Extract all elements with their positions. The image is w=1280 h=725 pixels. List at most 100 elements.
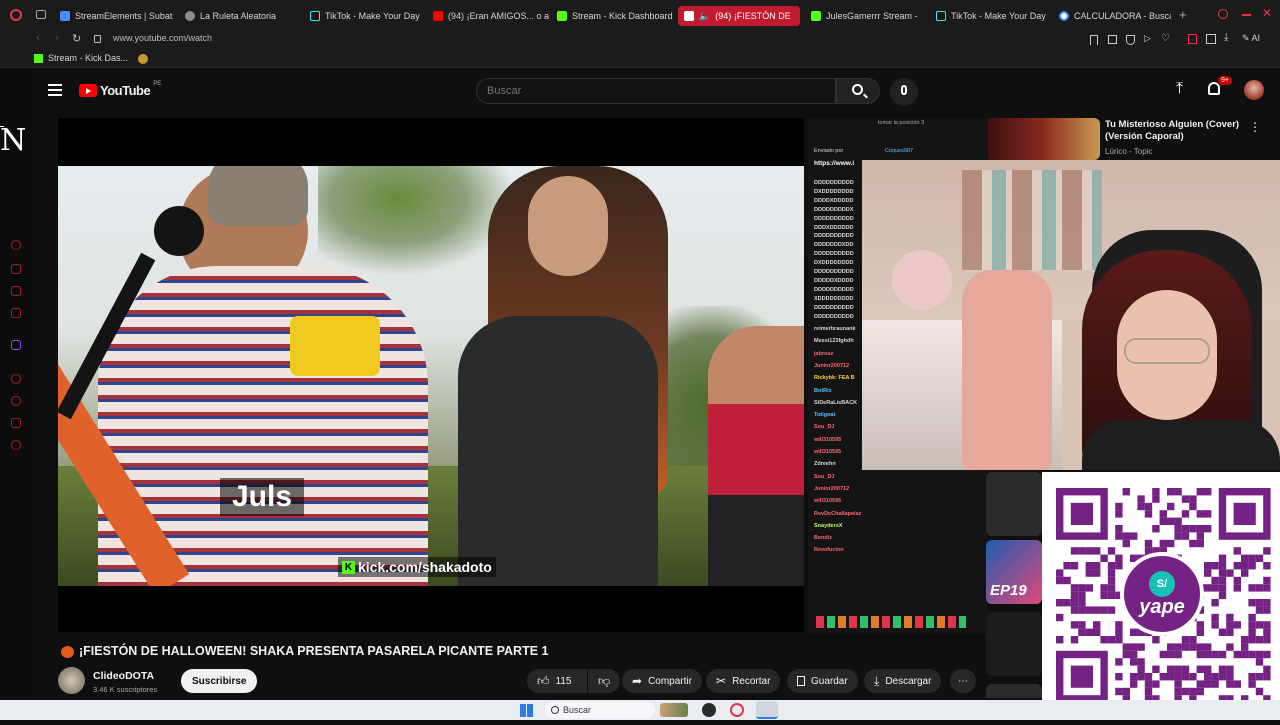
forward-icon[interactable]: › bbox=[55, 32, 59, 44]
youtube-logo[interactable]: YouTube PE bbox=[79, 81, 161, 98]
sidebar-icon[interactable] bbox=[1206, 34, 1216, 44]
chat-message: DDDDDDDDDD bbox=[814, 233, 854, 240]
chat-top-line: tomar la posición 3 bbox=[878, 120, 925, 126]
browser-menu-icon[interactable] bbox=[10, 9, 22, 21]
taskbar-search[interactable]: Buscar bbox=[545, 702, 655, 718]
notifications-icon[interactable] bbox=[1208, 82, 1220, 95]
chat-username[interactable]: Revolucion bbox=[814, 547, 844, 553]
tab-julesgamerrr[interactable]: JulesGamerrr Stream - bbox=[811, 6, 921, 26]
clock-icon[interactable] bbox=[11, 396, 21, 406]
tab-ruleta[interactable]: La Ruleta Aleatoria bbox=[185, 6, 303, 26]
tab-youtube-amigos[interactable]: (94) ¡Eran AMIGOS... o a bbox=[433, 6, 551, 26]
chat-username[interactable]: Totigoat bbox=[814, 412, 835, 418]
upload-icon[interactable]: ⤒ bbox=[1176, 80, 1183, 98]
subscribe-button[interactable]: Suscribirse bbox=[181, 669, 258, 693]
search-input[interactable] bbox=[487, 85, 787, 97]
bookmark-icon[interactable] bbox=[1090, 35, 1098, 45]
save-button[interactable]: Guardar bbox=[787, 669, 858, 693]
chat-username[interactable]: SnaydersX bbox=[814, 523, 842, 529]
chat-username[interactable]: jabrosz bbox=[814, 351, 833, 357]
twitch-icon[interactable] bbox=[11, 340, 21, 350]
chat-username[interactable]: will310595 bbox=[814, 498, 841, 504]
voice-search-button[interactable] bbox=[890, 78, 918, 106]
chat-username[interactable]: Bendiz bbox=[814, 535, 832, 541]
more-actions-button[interactable]: ⋯ bbox=[950, 669, 976, 693]
channel-name[interactable]: ClideoDOTA bbox=[93, 670, 154, 682]
tab-youtube-fieston[interactable]: 🔈 (94) ¡FIESTÓN DE bbox=[678, 6, 800, 26]
wallet-icon[interactable] bbox=[1188, 34, 1197, 44]
search-tabs-icon[interactable] bbox=[1218, 9, 1228, 19]
close-window-button[interactable]: ✕ bbox=[1262, 6, 1272, 20]
recommendation-thumbnail[interactable] bbox=[986, 118, 1100, 160]
channel-avatar[interactable] bbox=[58, 667, 85, 694]
tab-kick-dashboard[interactable]: Stream - Kick Dashboard bbox=[557, 6, 672, 26]
tab-overview-icon[interactable] bbox=[36, 10, 46, 19]
chat-username[interactable]: reimerbraunank bbox=[814, 326, 856, 332]
play-icon[interactable]: ▷ bbox=[1144, 33, 1151, 44]
taskbar-app-2[interactable] bbox=[702, 703, 716, 717]
side-thumbnail-1[interactable] bbox=[986, 472, 1042, 536]
streamer-top bbox=[1082, 420, 1280, 470]
youtube-header: YouTube PE ⤒ 9+ bbox=[32, 72, 1280, 112]
new-tab-button[interactable]: + bbox=[1179, 7, 1187, 22]
taskbar-steam-icon[interactable] bbox=[756, 701, 778, 719]
sidebar-icon-4[interactable] bbox=[11, 308, 21, 318]
tiktok-icon bbox=[310, 11, 320, 21]
youtube-icon bbox=[433, 11, 443, 21]
url-field[interactable]: www.youtube.com/watch bbox=[113, 33, 212, 43]
chat-username[interactable]: BotRix bbox=[814, 388, 832, 394]
shield-icon[interactable] bbox=[1126, 35, 1135, 45]
share-button[interactable]: ➦ Compartir bbox=[622, 669, 702, 693]
hamburger-menu-icon[interactable] bbox=[48, 84, 62, 96]
more-options-icon[interactable]: ⋮ bbox=[1249, 120, 1261, 134]
shelf bbox=[962, 170, 1102, 270]
tab-tiktok-2[interactable]: TikTok - Make Your Day bbox=[936, 6, 1054, 26]
sidebar-icon-8[interactable] bbox=[11, 418, 21, 428]
dislike-button[interactable]: 👎︎ bbox=[588, 669, 620, 693]
search-button[interactable] bbox=[836, 78, 880, 104]
side-thumbnail-3[interactable] bbox=[986, 612, 1042, 676]
taskbar-opera-icon[interactable] bbox=[730, 703, 744, 717]
sidebar-icon-1[interactable] bbox=[11, 240, 21, 250]
recommendation-title[interactable]: Tu Misterioso Alguien (Cover) (Versión C… bbox=[1105, 119, 1239, 143]
ai-button[interactable]: ✎ AI bbox=[1242, 33, 1260, 44]
second-woman bbox=[708, 326, 804, 586]
chat-username[interactable]: Sou_DJ bbox=[814, 474, 834, 480]
sidebar-icon-2[interactable] bbox=[11, 264, 21, 274]
chat-message: DDDDXDDDDD bbox=[814, 197, 854, 204]
settings-icon[interactable] bbox=[11, 440, 21, 450]
chat-username[interactable]: will310595 bbox=[814, 437, 841, 443]
back-icon[interactable]: ‹ bbox=[36, 32, 40, 44]
minimize-button[interactable] bbox=[1242, 14, 1251, 16]
tab-calculadora[interactable]: CALCULADORA - Buscar bbox=[1059, 6, 1171, 26]
download-icon[interactable]: ⤓ bbox=[1224, 32, 1228, 43]
chat-username[interactable]: Messi123fghdh bbox=[814, 338, 854, 344]
chat-username[interactable]: Junior200712 bbox=[814, 363, 849, 369]
tab-tiktok-1[interactable]: TikTok - Make Your Day bbox=[310, 6, 428, 26]
download-button[interactable]: ⤓ Descargar bbox=[864, 669, 942, 693]
windows-start-icon[interactable] bbox=[520, 704, 533, 717]
clip-button[interactable]: ✂ Recortar bbox=[706, 669, 781, 693]
sidebar-icon-3[interactable] bbox=[11, 286, 21, 296]
extension-icon[interactable] bbox=[1108, 35, 1117, 44]
reload-icon[interactable]: ↻ bbox=[72, 32, 81, 45]
chat-username[interactable]: Junior200712 bbox=[814, 486, 849, 492]
video-player[interactable]: Juls K kick.com/shakadoto bbox=[58, 118, 804, 632]
chat-username[interactable]: Sou_DJ bbox=[814, 424, 834, 430]
tab-streamelements[interactable]: StreamElements | Subat bbox=[60, 6, 178, 26]
side-thumbnail-4[interactable] bbox=[986, 684, 1042, 698]
chat-username[interactable]: will310595 bbox=[814, 449, 841, 455]
chat-username[interactable]: RevDeChallapelaz bbox=[814, 511, 861, 517]
like-button[interactable]: 👍︎ 115 bbox=[527, 669, 587, 693]
bookmark-kick[interactable]: Stream - Kick Das... bbox=[34, 53, 128, 63]
avatar[interactable] bbox=[1244, 80, 1264, 100]
webcam-overlay bbox=[862, 160, 1280, 470]
chat-username[interactable]: SiDeRaLisBACK bbox=[814, 400, 857, 406]
chat-username[interactable]: Rickybk: FEA B bbox=[814, 375, 855, 381]
heart-icon[interactable]: ♡ bbox=[1161, 33, 1170, 44]
woman-face bbox=[528, 176, 608, 276]
sidebar-icon-6[interactable] bbox=[11, 374, 21, 384]
chat-username[interactable]: Zdreehn bbox=[814, 461, 836, 467]
taskbar-app-1[interactable] bbox=[660, 703, 688, 717]
bookmark-gold[interactable] bbox=[138, 54, 148, 64]
